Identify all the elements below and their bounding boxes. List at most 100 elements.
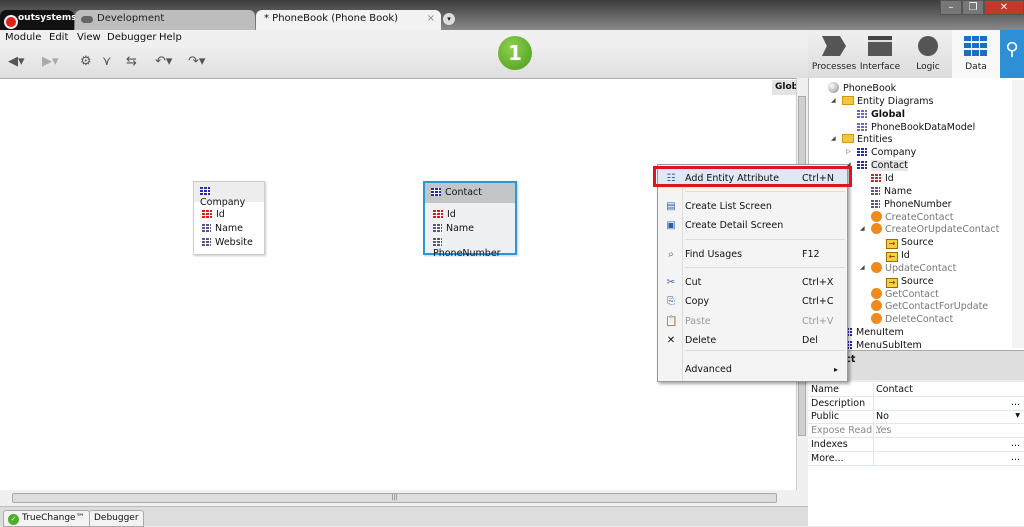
tree-item[interactable]: PhoneBook [828,82,896,95]
expand-toggle-icon[interactable]: ▷ [846,148,851,155]
tree-item[interactable]: Entities [842,133,893,146]
tree-item[interactable]: MenuSubItem [842,339,922,350]
undo-icon[interactable]: ↶▾ [155,54,172,69]
tree-item[interactable]: → Source [886,275,934,288]
entity-action-icon [871,261,882,273]
property-row[interactable]: More...... [808,451,1024,466]
bottom-panel-tabs: ✓ TrueChange™ Debugger [0,506,808,527]
expand-toggle-icon[interactable]: ◢ [860,225,865,232]
entity-icon [857,161,867,170]
tree-item[interactable]: → Source [886,236,934,250]
attribute[interactable]: Name [194,222,264,236]
tab-logic[interactable]: Logic [904,30,952,78]
menu-item-create-detail-screen[interactable]: ▣ Create Detail Screen [658,216,847,235]
menu-separator [685,239,845,240]
attribute[interactable]: Name [425,222,515,236]
menu-item-advanced[interactable]: Advanced ▸ [658,360,847,379]
horizontal-scroll-thumb[interactable]: ||| [12,493,777,503]
tree-scrollbar[interactable] [1012,80,1024,348]
tree-item-label: DeleteContact [885,314,954,326]
tree-item[interactable]: MenuItem [842,326,904,339]
tree-item[interactable]: ← Id [886,249,910,263]
tree-item-label: PhoneBookDataModel [871,121,976,133]
tree-item[interactable]: CreateContact [871,210,954,224]
property-row[interactable]: Description... [808,396,1024,411]
back-icon[interactable]: ◀▾ [8,54,25,69]
attribute[interactable]: Id [425,208,515,222]
tree-item[interactable]: Name [871,185,912,198]
tree-item[interactable]: CreateOrUpdateContact [871,223,999,236]
tree-item[interactable]: UpdateContact [871,261,956,275]
tree-item[interactable]: GetContact [871,287,939,301]
expand-toggle-icon[interactable]: ◢ [831,135,836,142]
tab-data[interactable]: Data [952,30,1000,78]
property-row[interactable]: Indexes... [808,437,1024,452]
property-value[interactable]: No [876,411,889,422]
menu-edit[interactable]: Edit [49,32,68,43]
close-tab-icon[interactable]: × [427,13,435,24]
menu-item-delete[interactable]: ✕ Delete Del [658,331,847,350]
property-name: Description [811,397,866,409]
entity-company[interactable]: Company Id Name Website [193,181,265,255]
ellipsis-button[interactable]: ... [1011,438,1020,449]
tree-item[interactable]: GetContactForUpdate [871,300,988,313]
attribute-name: PhoneNumber [433,248,501,259]
tree-item-label: Company [871,147,917,159]
menu-item-copy[interactable]: ⎘ Copy Ctrl+C [658,292,847,311]
minimize-button[interactable]: – [940,0,962,15]
menu-view[interactable]: View [77,32,101,43]
property-row[interactable]: Public No ▾ [808,410,1024,425]
menu-item-shortcut: Ctrl+C [802,296,834,307]
dropdown-arrow-icon[interactable]: ▾ [1015,410,1020,421]
compare-merge-icon[interactable]: ⋎ [102,54,112,69]
tree-item[interactable]: PhoneNumber [871,198,952,211]
ellipsis-button[interactable]: ... [1011,452,1020,463]
copy-icon: ⎘ [667,296,675,307]
expand-toggle-icon[interactable]: ◢ [860,264,865,271]
menu-debugger[interactable]: Debugger [107,32,157,43]
menu-module[interactable]: Module [5,32,41,43]
property-value[interactable]: Yes [876,425,891,436]
menu-item-create-list-screen[interactable]: ▤ Create List Screen [658,197,847,216]
tree-item-label: Contact [871,160,908,172]
menu-help[interactable]: Help [159,32,182,43]
entity-header: Contact [425,183,515,203]
menu-item-label: Copy [685,296,710,307]
tab-list-dropdown-icon[interactable]: ▾ [443,13,455,25]
attribute[interactable]: Id [194,208,264,222]
tree-item[interactable]: DeleteContact [871,313,953,326]
menu-item-paste[interactable]: 📋 Paste Ctrl+V [658,312,847,331]
property-row[interactable]: Name Contact [808,383,1024,397]
property-name: More... [811,452,844,464]
tree-item[interactable]: Entity Diagrams [842,95,934,108]
gear-icon[interactable]: ⚙ [80,54,92,69]
attribute[interactable]: Website [194,236,264,250]
publish-icon[interactable]: ⇆ [126,54,137,69]
tab-phonebook[interactable]: * PhoneBook (Phone Book) × [256,10,441,30]
menu-item-find-usages[interactable]: ⌕ Find Usages F12 [658,245,847,264]
tab-debugger[interactable]: Debugger [89,510,144,527]
property-row[interactable]: Expose Read... Yes [808,424,1024,439]
menu-item-cut[interactable]: ✂ Cut Ctrl+X [658,273,847,292]
tab-truechange[interactable]: ✓ TrueChange™ [3,510,90,527]
entity-contact[interactable]: Contact Id Name PhoneNumber [423,181,517,259]
tree-item[interactable]: Company [857,146,916,159]
tree-item[interactable]: Contact [857,159,908,172]
attribute[interactable]: PhoneNumber [425,236,515,259]
tree-item[interactable]: Id [871,172,894,185]
property-value[interactable]: Contact [876,384,913,395]
maximize-button[interactable]: ❐ [962,0,984,15]
tab-interface[interactable]: Interface [856,30,904,78]
tree-item[interactable]: Global [857,108,905,121]
tree-item[interactable]: PhoneBookDataModel [857,121,975,134]
attribute-name: Name [446,223,475,234]
ellipsis-button[interactable]: ... [1011,397,1020,408]
tab-processes[interactable]: Processes [810,30,858,78]
redo-icon[interactable]: ↷▾ [188,54,205,69]
close-window-button[interactable]: ✕ [984,0,1024,15]
forward-icon[interactable]: ▶▾ [42,54,59,69]
search-button[interactable]: ⚲ [1000,30,1024,78]
expand-toggle-icon[interactable]: ◢ [831,97,836,104]
tab-development[interactable]: Development [75,10,255,30]
entity-icon [857,148,867,157]
